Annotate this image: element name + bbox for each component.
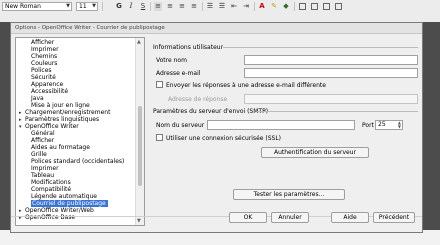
dialog-title: Options - OpenOffice Writer - Courrier d… bbox=[15, 25, 165, 31]
name-input[interactable] bbox=[244, 55, 418, 65]
options-dialog: Options - OpenOffice Writer - Courrier d… bbox=[10, 22, 423, 233]
italic-button[interactable]: I bbox=[127, 2, 135, 11]
section-title: Paramètres du serveur d'envoi (SMTP) bbox=[153, 108, 269, 115]
section-title: Informations utilisateur bbox=[153, 44, 224, 51]
tree-item-label: Chemins bbox=[31, 53, 58, 60]
tree-item-label: Apparence bbox=[31, 81, 64, 88]
align-left-icon[interactable]: ≡ bbox=[154, 2, 162, 11]
tree-item-label: Modifications bbox=[31, 179, 71, 186]
name-label: Votre nom bbox=[156, 57, 187, 64]
border-icon[interactable] bbox=[323, 3, 330, 10]
user-info-section: Informations utilisateur bbox=[153, 44, 418, 51]
tree-item-label: Légende automatique bbox=[31, 193, 97, 200]
align-right-icon[interactable]: ≡ bbox=[178, 2, 186, 11]
dialog-titlebar: Options - OpenOffice Writer - Courrier d… bbox=[11, 23, 422, 34]
reply-checkbox[interactable] bbox=[156, 81, 163, 88]
tree-item-label: OpenOffice Writer bbox=[25, 123, 79, 130]
port-input[interactable]: 25 ▲ ▼ bbox=[375, 120, 403, 130]
tree-item-label: Afficher bbox=[31, 39, 55, 46]
email-input[interactable] bbox=[244, 68, 418, 78]
tree-item-label: Compatibilité bbox=[31, 186, 72, 193]
divider bbox=[257, 111, 418, 112]
writer-toolbar: New Roman ▼ 11 ▼ G I S ≡ ≡ ≡ ≡ ☰ ☰ ⇤ ⇥ A… bbox=[0, 0, 440, 15]
toolbar-separator bbox=[202, 2, 203, 11]
chevron-down-icon[interactable]: ▼ bbox=[66, 3, 70, 10]
highlight-icon[interactable]: ✎ bbox=[270, 2, 278, 11]
background-color-icon[interactable]: ◆ bbox=[282, 2, 290, 11]
toolbar-separator bbox=[294, 2, 295, 11]
tree-item-label: Imprimer bbox=[31, 165, 59, 172]
ssl-checkbox-label: Utiliser une connexion sécurisée (SSL) bbox=[166, 135, 282, 142]
tree-item-label: Tableau bbox=[31, 172, 54, 179]
scroll-up-icon[interactable]: ▲ bbox=[137, 39, 141, 45]
tree-item-label: Polices bbox=[31, 67, 52, 74]
reply-address-label: Adresse de réponse bbox=[168, 96, 228, 103]
chevron-down-icon[interactable]: ▼ bbox=[398, 125, 401, 129]
reply-checkbox-label: Envoyer les réponses à une adresse e-mai… bbox=[166, 82, 326, 89]
tree-item-label: Java bbox=[31, 95, 44, 102]
tree-item-label: Afficher bbox=[31, 137, 55, 144]
server-name-label: Nom du serveur bbox=[156, 122, 205, 129]
tree-item-label: Sécurité bbox=[31, 74, 56, 81]
font-color-icon[interactable]: A bbox=[258, 2, 266, 11]
font-name-value: New Roman bbox=[5, 3, 41, 10]
reply-address-input[interactable] bbox=[244, 94, 418, 104]
align-center-icon[interactable]: ≡ bbox=[166, 2, 174, 11]
justify-icon[interactable]: ≡ bbox=[190, 2, 198, 11]
tree-item-label: Aides au formatage bbox=[31, 144, 90, 151]
ruler-area bbox=[0, 14, 440, 22]
border-icon[interactable] bbox=[335, 3, 342, 10]
indent-increase-icon[interactable]: ⇥ bbox=[242, 2, 250, 11]
font-size-box[interactable]: 11 ▼ bbox=[76, 2, 98, 11]
ssl-checkbox[interactable] bbox=[156, 134, 163, 141]
toolbar-separator bbox=[150, 2, 151, 11]
tree-item-label: Grille bbox=[31, 151, 47, 158]
options-tree: Afficher Imprimer Chemins Couleurs Polices Sé… bbox=[15, 37, 145, 226]
border-icon[interactable] bbox=[311, 3, 318, 10]
tree-item-label: Paramètres linguistiques bbox=[25, 116, 100, 123]
font-name-box[interactable]: New Roman ▼ bbox=[2, 2, 72, 11]
tree-item-label: OpenOffice Writer/Web bbox=[25, 207, 94, 214]
tree-item-label: Courriel de publipostage bbox=[31, 200, 108, 207]
scroll-down-icon[interactable]: ▼ bbox=[137, 218, 141, 224]
help-button[interactable]: Aide bbox=[331, 212, 369, 223]
chevron-down-icon[interactable]: ▼ bbox=[92, 3, 96, 10]
scroll-thumb[interactable] bbox=[138, 106, 142, 186]
font-size-value: 11 bbox=[79, 3, 87, 10]
underline-button[interactable]: S bbox=[139, 2, 147, 11]
server-name-input[interactable] bbox=[207, 120, 355, 130]
toolbar-separator bbox=[254, 2, 255, 11]
cancel-button[interactable]: Annuler bbox=[271, 212, 309, 223]
server-auth-button[interactable]: Authentification du serveur bbox=[261, 147, 369, 158]
tree-scrollbar[interactable]: ▲ ▼ bbox=[135, 38, 144, 225]
bullets-icon[interactable]: ☰ bbox=[218, 2, 226, 11]
port-value: 25 bbox=[378, 121, 386, 128]
tree-item-label: Accessibilité bbox=[31, 88, 69, 95]
tree-item-label: Général bbox=[31, 130, 55, 137]
indent-decrease-icon[interactable]: ⇤ bbox=[230, 2, 238, 11]
port-label: Port bbox=[362, 122, 374, 129]
tree-item-label: Mise à jour en ligne bbox=[31, 102, 90, 109]
back-button[interactable]: Précédent bbox=[373, 212, 415, 223]
email-label: Adresse e-mail bbox=[156, 70, 201, 77]
tree-item-label: Couleurs bbox=[31, 60, 58, 67]
tree-item-label: Polices standard (occidentales) bbox=[31, 158, 125, 165]
test-settings-button[interactable]: Tester les paramètres... bbox=[233, 189, 345, 200]
smtp-section: Paramètres du serveur d'envoi (SMTP) bbox=[153, 108, 418, 115]
divider bbox=[223, 47, 418, 48]
tree-item-label: Chargement/enregistrement bbox=[25, 109, 111, 116]
bold-button[interactable]: G bbox=[115, 2, 123, 11]
toolbar-separator bbox=[102, 2, 103, 11]
border-icon[interactable] bbox=[299, 3, 306, 10]
tree-item-label: Imprimer bbox=[31, 46, 59, 53]
ok-button[interactable]: OK bbox=[229, 212, 267, 223]
numbering-icon[interactable]: ☰ bbox=[206, 2, 214, 11]
